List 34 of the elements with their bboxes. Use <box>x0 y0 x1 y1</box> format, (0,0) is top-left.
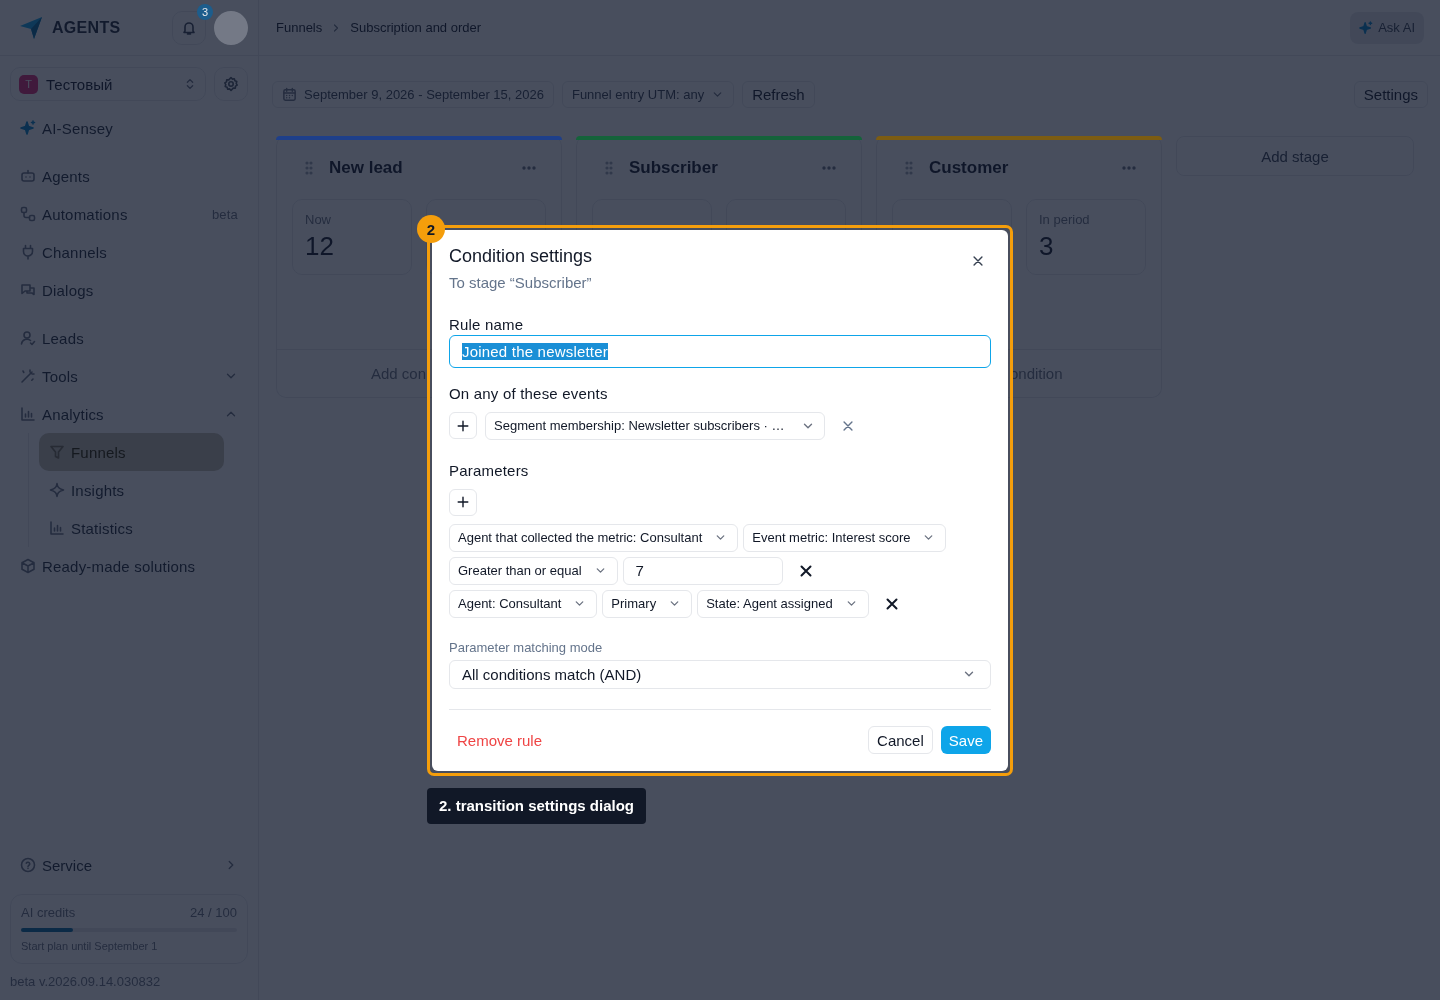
breadcrumb[interactable]: Funnels <box>276 20 323 35</box>
cancel-button[interactable]: Cancel <box>868 726 933 754</box>
parameter-dropdown[interactable]: Agent that collected the metric: Consultant <box>449 523 739 552</box>
section-label: On any of these events <box>449 384 609 402</box>
plus-icon <box>456 495 470 510</box>
matching-mode-dropdown[interactable]: All conditions match (AND) <box>449 659 991 689</box>
remove-rule-button[interactable]: Remove rule <box>449 726 551 754</box>
stat-value: 3 <box>1039 231 1055 262</box>
parameter-dropdown[interactable]: Primary <box>602 589 693 618</box>
value-field[interactable]: 7 <box>622 556 783 585</box>
parameter-dropdown[interactable]: Event metric: Interest score <box>743 523 947 552</box>
event-dropdown[interactable]: Segment membership: Newsletter subscribers · … <box>485 411 825 440</box>
field-label: Parameter matching mode <box>449 639 604 655</box>
stage-title: Customer <box>929 158 1010 178</box>
parameter-dropdown[interactable]: Agent: Consultant <box>449 589 598 618</box>
save-button[interactable]: Save <box>940 726 991 754</box>
section-label: Parameters <box>449 461 530 479</box>
add-parameter-button[interactable] <box>449 488 477 516</box>
stage-title: Subscriber <box>629 158 719 178</box>
dialog-title: Condition settings <box>449 246 594 267</box>
rule-name-field[interactable]: Joined the newsletter <box>449 335 991 368</box>
field-label: Rule name <box>449 316 525 333</box>
parameter-dropdown[interactable]: State: Agent assigned <box>697 589 869 618</box>
remove-icon <box>797 562 814 579</box>
annotation-label: 2. transition settings dialog <box>427 788 647 824</box>
remove-icon <box>883 595 900 612</box>
stat-value: 12 <box>305 231 335 262</box>
add-event-button[interactable] <box>449 412 477 440</box>
plus-icon <box>456 418 470 433</box>
breadcrumb[interactable]: Subscription and order <box>350 20 482 35</box>
dialog-subtitle: To stage “Subscriber” <box>449 274 593 291</box>
close-icon <box>971 254 985 268</box>
stage-title: New lead <box>329 158 404 178</box>
parameter-dropdown[interactable]: Greater than or equal <box>449 556 618 585</box>
